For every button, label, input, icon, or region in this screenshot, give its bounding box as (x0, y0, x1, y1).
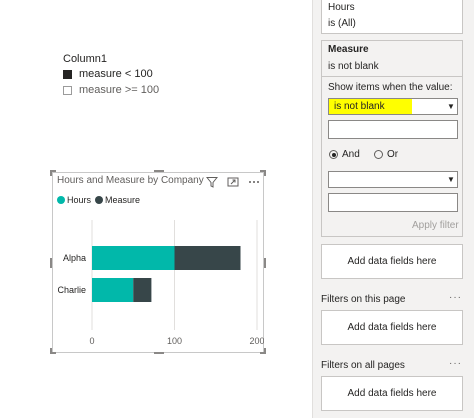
x-tick-label: 200 (249, 336, 264, 346)
more-options-icon[interactable] (248, 175, 260, 187)
and-radio-option[interactable]: And (329, 149, 360, 160)
chevron-down-icon[interactable]: ▼ (447, 102, 455, 111)
condition1-value: is not blank (334, 101, 385, 112)
legend-item-hours[interactable]: Hours (57, 195, 91, 205)
resize-handle[interactable] (264, 348, 266, 354)
dropzone-label: Add data fields here (347, 388, 437, 399)
legend-label: Hours (67, 195, 92, 205)
value1-input[interactable] (328, 120, 458, 139)
slicer-title: Column1 (63, 53, 108, 65)
legend-item-measure[interactable]: Measure (95, 195, 140, 205)
x-tick-label: 100 (167, 336, 182, 346)
condition2-select[interactable] (328, 171, 458, 188)
or-label: Or (387, 149, 399, 160)
or-radio-option[interactable]: Or (374, 149, 398, 160)
card-divider (321, 76, 463, 77)
visual-header-icons (205, 175, 260, 188)
bar-chart: 0 100 200 Alpha Charlie (57, 220, 264, 346)
radio-selected-icon[interactable] (329, 150, 338, 159)
slicer-item-label: measure < 100 (79, 68, 153, 80)
x-tick-label: 0 (89, 336, 94, 346)
slicer-item-label: measure >= 100 (79, 84, 160, 96)
more-options-icon[interactable]: ··· (449, 358, 462, 369)
resize-handle[interactable] (264, 258, 266, 268)
legend-dot-icon (95, 196, 104, 204)
chart-legend: Hours Measure (57, 195, 144, 205)
resize-handle[interactable] (154, 170, 164, 172)
checkbox-checked-icon[interactable] (63, 69, 72, 79)
legend-dot-icon (57, 196, 65, 204)
show-items-label: Show items when the value: (328, 82, 453, 93)
resize-handle[interactable] (264, 170, 266, 176)
filter-field-name: Measure (328, 44, 369, 55)
bar-hours-charlie (92, 278, 134, 302)
apply-filter-button[interactable]: Apply filter (412, 220, 459, 231)
checkbox-unchecked-icon[interactable] (63, 85, 72, 95)
slicer-item-measure-gte-100[interactable]: measure >= 100 (63, 84, 159, 96)
filter-field-name: Hours (328, 2, 355, 13)
filter-icon[interactable] (205, 175, 219, 188)
section-title-page-filters: Filters on this page (321, 294, 406, 305)
filter-state: is (All) (328, 18, 356, 29)
category-label: Alpha (63, 253, 86, 263)
bar-measure-charlie (133, 278, 152, 302)
value2-input[interactable] (328, 193, 458, 212)
bar-measure-alpha (174, 246, 241, 270)
resize-handle[interactable] (154, 352, 164, 354)
focus-mode-icon[interactable] (227, 175, 239, 187)
filter-state: is not blank (328, 61, 379, 72)
section-title-all-filters: Filters on all pages (321, 360, 405, 371)
more-options-icon[interactable]: ··· (449, 292, 462, 303)
chevron-down-icon[interactable]: ▼ (447, 175, 455, 184)
dropzone-label: Add data fields here (347, 256, 437, 267)
radio-unselected-icon[interactable] (374, 150, 383, 159)
bar-hours-alpha (92, 246, 175, 270)
resize-handle[interactable] (50, 170, 52, 176)
dropzone-label: Add data fields here (347, 322, 437, 333)
category-label: Charlie (57, 285, 86, 295)
and-label: And (342, 149, 360, 160)
visual-title: Hours and Measure by Company (57, 175, 204, 186)
slicer-item-measure-lt-100[interactable]: measure < 100 (63, 68, 153, 80)
pane-divider (312, 0, 313, 418)
legend-label: Measure (105, 195, 141, 205)
